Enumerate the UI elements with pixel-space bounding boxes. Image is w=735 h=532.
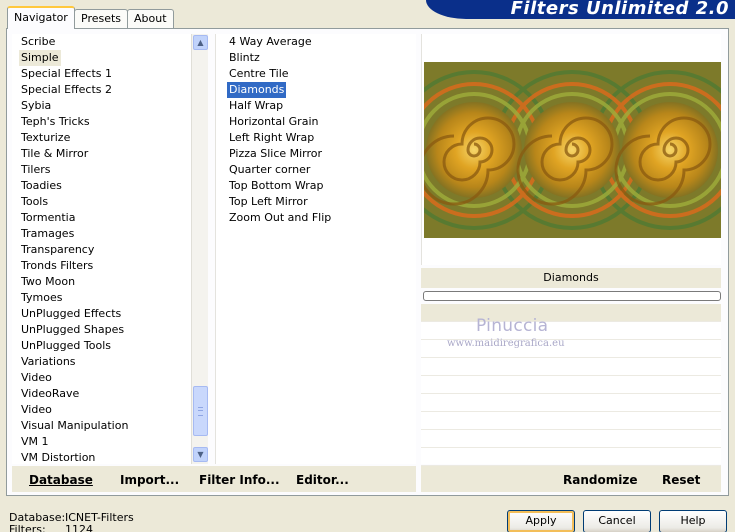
param-row [421,358,721,376]
filter-name-label: Diamonds [421,268,721,288]
parameter-area [421,304,721,466]
apply-button[interactable]: Apply [507,510,575,532]
help-button[interactable]: Help [659,510,727,532]
category-item[interactable]: Tronds Filters [19,258,95,274]
category-item[interactable]: Special Effects 1 [19,66,114,82]
category-item[interactable]: Transparency [19,242,96,258]
category-list[interactable]: Scribe Simple Special Effects 1 Special Eff… [12,34,208,464]
filter-item[interactable]: Horizontal Grain [227,114,320,130]
category-item[interactable]: VM Distortion [19,450,97,464]
category-item[interactable]: Scribe [19,34,57,50]
editor-button[interactable]: Editor... [296,473,349,487]
status-filters: Filters: 1124 [9,523,93,532]
database-button[interactable]: Database [29,473,93,487]
app-title: Filters Unlimited 2.0 [510,0,729,19]
reset-button[interactable]: Reset [662,473,700,487]
category-item[interactable]: UnPlugged Shapes [19,322,126,338]
category-item[interactable]: Video [19,370,54,386]
category-item[interactable]: VM 1 [19,434,51,450]
preview-image [424,62,721,238]
category-item[interactable]: UnPlugged Effects [19,306,123,322]
category-item[interactable]: Toadies [19,178,64,194]
filter-item[interactable]: Zoom Out and Flip [227,210,333,226]
filter-item[interactable]: Top Bottom Wrap [227,178,326,194]
filter-item[interactable]: Quarter corner [227,162,312,178]
category-item[interactable]: Sybia [19,98,53,114]
category-item[interactable]: Tilers [19,162,53,178]
brand-banner: Filters Unlimited 2.0 [426,0,735,19]
watermark-url: www.maidiregrafica.eu [447,338,565,349]
right-button-bar: Randomize Reset [421,466,721,492]
left-button-bar: Database Import... Filter Info... Editor… [12,466,416,492]
category-item[interactable]: Tile & Mirror [19,146,90,162]
category-item[interactable]: Tymoes [19,290,64,306]
category-item[interactable]: Two Moon [19,274,77,290]
category-item[interactable]: Texturize [19,130,72,146]
param-row [421,376,721,394]
filter-item[interactable]: Diamonds [227,82,287,98]
filter-item[interactable]: Pizza Slice Mirror [227,146,324,162]
filter-item[interactable]: Half Wrap [227,98,285,114]
scroll-up-button[interactable]: ▲ [193,35,208,50]
param-row [421,412,721,430]
category-item[interactable]: Tramages [19,226,76,242]
category-item[interactable]: Visual Manipulation [19,418,130,434]
cancel-button[interactable]: Cancel [583,510,651,532]
filter-item[interactable]: Top Left Mirror [227,194,310,210]
category-scrollbar[interactable]: ▲ ▼ [191,34,208,464]
filter-item[interactable]: Blintz [227,50,262,66]
scroll-down-button[interactable]: ▼ [193,447,208,462]
category-item[interactable]: VideoRave [19,386,81,402]
filter-item[interactable]: Left Right Wrap [227,130,316,146]
filter-item[interactable]: Centre Tile [227,66,291,82]
import-button[interactable]: Import... [120,473,179,487]
watermark-name: Pinuccia [476,316,549,336]
category-item[interactable]: Tormentia [19,210,77,226]
category-item[interactable]: UnPlugged Tools [19,338,113,354]
randomize-button[interactable]: Randomize [563,473,637,487]
tab-about[interactable]: About [127,9,174,28]
category-item[interactable]: Variations [19,354,78,370]
param-row [421,448,721,466]
tab-presets[interactable]: Presets [74,9,129,28]
tab-navigator[interactable]: Navigator [7,6,75,29]
progress-bar [423,291,721,301]
filters-count: 1124 [65,523,93,532]
category-item[interactable]: Special Effects 2 [19,82,114,98]
preview-area [421,34,721,265]
filter-item[interactable]: 4 Way Average [227,34,314,50]
category-item[interactable]: Simple [19,50,61,66]
scroll-thumb[interactable] [193,386,208,436]
param-row [421,394,721,412]
filters-label: Filters: [9,523,46,532]
filter-info-button[interactable]: Filter Info... [199,473,280,487]
filter-list[interactable]: 4 Way Average Blintz Centre Tile Diamonds Ha… [215,34,416,464]
category-item[interactable]: Teph's Tricks [19,114,92,130]
param-row [421,430,721,448]
category-item[interactable]: Tools [19,194,50,210]
category-item[interactable]: Video [19,402,54,418]
param-row [421,304,721,322]
